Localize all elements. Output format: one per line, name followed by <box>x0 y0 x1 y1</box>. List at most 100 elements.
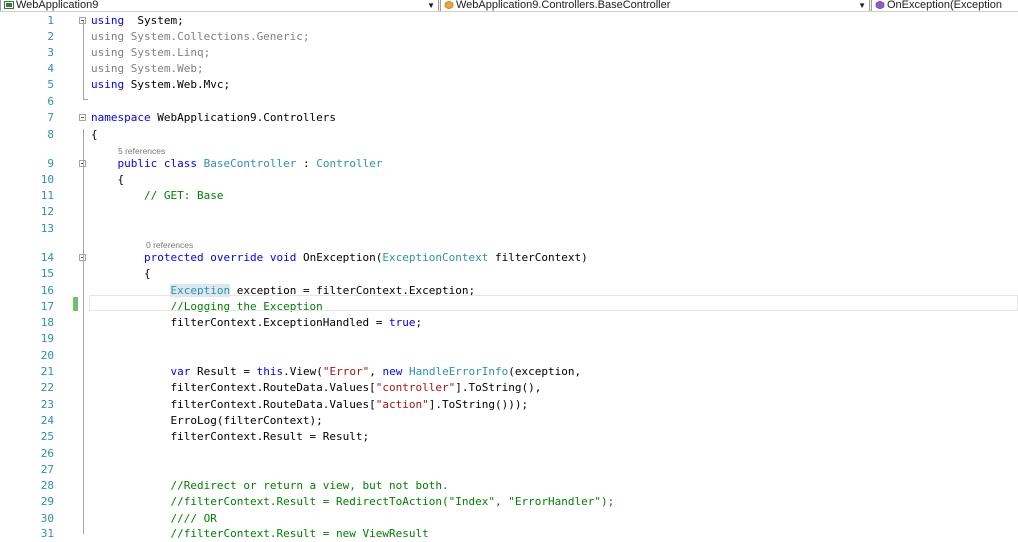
code-text: using System.Collections.Generic; <box>91 29 310 45</box>
code-token: override <box>210 251 264 264</box>
code-line[interactable]: 31 //filterContext.Result = new ViewResu… <box>0 526 1018 542</box>
code-token: // GET: Base <box>143 189 224 202</box>
code-text: using System.Web; <box>91 61 204 77</box>
code-line[interactable]: 21 var Result = this.View("Error", new H… <box>0 364 1018 380</box>
code-token: using <box>91 78 125 91</box>
code-token: ExceptionContext <box>382 251 489 264</box>
code-line[interactable]: 3 using System.Linq; <box>0 45 1018 61</box>
line-number: 8 <box>47 128 54 141</box>
code-token: System.Web.Mvc; <box>124 78 231 91</box>
code-line[interactable]: 7 namespace WebApplication9.Controllers <box>0 110 1018 126</box>
project-dropdown[interactable]: WebApplication9 ▼ <box>0 0 439 11</box>
line-number: 20 <box>40 349 54 362</box>
line-number: 24 <box>40 414 54 427</box>
code-line[interactable]: 4 using System.Web; <box>0 61 1018 77</box>
code-line[interactable]: 10 { <box>0 172 1018 188</box>
code-text: { <box>91 266 151 282</box>
code-token: public <box>117 157 158 170</box>
code-line[interactable]: 11 // GET: Base <box>0 188 1018 204</box>
code-token: "controller" <box>375 381 456 394</box>
code-token: ].ToString())); <box>428 398 529 411</box>
member-dropdown[interactable]: OnException(Exception <box>871 0 1018 11</box>
code-text: filterContext.Result = Result; <box>91 429 369 445</box>
code-token: .View( <box>283 365 323 378</box>
code-line[interactable]: 8{ <box>0 127 1018 143</box>
line-number: 26 <box>40 447 54 460</box>
code-token: //Redirect or return a view, but not bot… <box>170 479 449 492</box>
codelens-references[interactable]: 0 references <box>146 240 193 250</box>
code-line[interactable]: 14 protected override void OnException(E… <box>0 250 1018 266</box>
code-text: namespace WebApplication9.Controllers <box>91 110 336 126</box>
code-line[interactable]: 5 using System.Web.Mvc; <box>0 77 1018 93</box>
code-line[interactable]: 1 using System; <box>0 13 1018 29</box>
code-token: //filterContext.Result = RedirectToActio… <box>170 495 615 508</box>
line-number: 27 <box>40 463 54 476</box>
code-line[interactable]: 19 <box>0 331 1018 347</box>
line-number: 1 <box>47 14 54 27</box>
code-token: var <box>170 365 191 378</box>
code-text: filterContext.ExceptionHandled = true; <box>91 315 422 331</box>
line-number: 15 <box>40 267 54 280</box>
code-line[interactable]: 23 filterContext.RouteData.Values["actio… <box>0 397 1018 413</box>
code-text: { <box>91 127 98 143</box>
line-number: 19 <box>40 332 54 345</box>
code-line[interactable]: 6 <box>0 94 1018 110</box>
code-token: System; <box>124 14 184 27</box>
code-line[interactable]: 27 <box>0 462 1018 478</box>
outline-guide <box>83 21 84 100</box>
code-token: //// OR <box>170 512 217 525</box>
code-line[interactable]: 13 <box>0 221 1018 237</box>
code-text: filterContext.RouteData.Values["action"]… <box>91 397 528 413</box>
chevron-down-icon: ▼ <box>858 1 866 10</box>
code-token: "action" <box>375 398 429 411</box>
change-indicator <box>73 297 78 311</box>
line-number: 3 <box>47 46 54 59</box>
code-line[interactable]: 15 { <box>0 266 1018 282</box>
code-token: protected <box>143 251 204 264</box>
code-text: //Redirect or return a view, but not bot… <box>91 478 449 494</box>
code-line[interactable]: 22 filterContext.RouteData.Values["contr… <box>0 380 1018 396</box>
code-line[interactable]: 28 //Redirect or return a view, but not … <box>0 478 1018 494</box>
code-text: { <box>91 172 124 188</box>
code-editor[interactable]: 1 using System; 2 using System.Collections.… <box>0 12 1018 540</box>
code-line[interactable]: 26 <box>0 446 1018 462</box>
line-number: 18 <box>40 316 54 329</box>
code-line[interactable]: 9 public class BaseController : Controll… <box>0 156 1018 172</box>
code-line[interactable]: 12 <box>0 204 1018 220</box>
class-icon <box>444 1 454 9</box>
code-token: (exception, <box>508 365 582 378</box>
collapse-icon[interactable] <box>79 114 86 121</box>
code-token: Result = <box>190 365 257 378</box>
chevron-down-icon: ▼ <box>427 1 435 10</box>
method-icon <box>875 1 885 9</box>
code-text: var Result = this.View("Error", new Hand… <box>91 364 581 380</box>
code-line[interactable]: 25 filterContext.Result = Result; <box>0 429 1018 445</box>
line-number: 7 <box>47 111 54 124</box>
class-dropdown[interactable]: WebApplication9.Controllers.BaseControll… <box>440 0 870 11</box>
code-token: namespace <box>91 111 151 124</box>
code-line[interactable]: 24 ErroLog(filterContext); <box>0 413 1018 429</box>
codelens-references[interactable]: 5 references <box>118 146 165 156</box>
line-number: 13 <box>40 222 54 235</box>
code-line[interactable]: 29 //filterContext.Result = RedirectToAc… <box>0 494 1018 510</box>
code-text: // GET: Base <box>91 188 223 204</box>
code-line[interactable]: 30 //// OR <box>0 511 1018 527</box>
code-token: ErroLog(filterContext); <box>91 414 323 427</box>
code-line[interactable]: 20 <box>0 348 1018 364</box>
line-number: 6 <box>47 95 54 108</box>
line-number: 5 <box>47 78 54 91</box>
code-text: protected override void OnException(Exce… <box>91 250 588 266</box>
code-token: void <box>269 251 297 264</box>
code-line[interactable]: 2 using System.Collections.Generic; <box>0 29 1018 45</box>
line-number: 11 <box>40 189 54 202</box>
code-token: ].ToString(), <box>455 381 542 394</box>
code-line[interactable]: 18 filterContext.ExceptionHandled = true… <box>0 315 1018 331</box>
